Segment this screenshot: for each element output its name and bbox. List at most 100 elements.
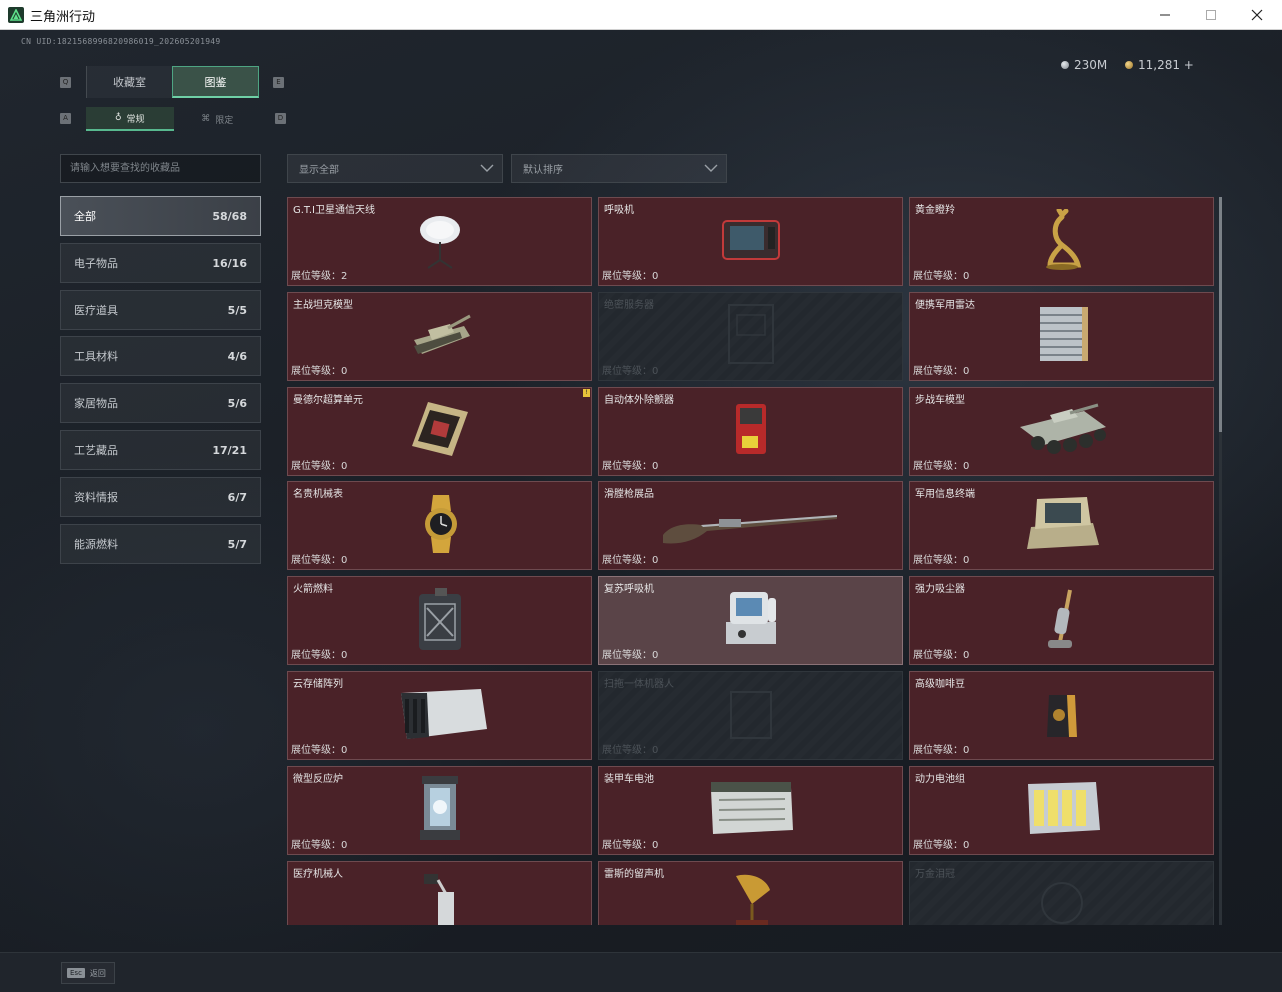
key-hint-d: D — [275, 113, 286, 124]
item-display-level: 展位等级：0 — [913, 365, 970, 377]
collection-item-card[interactable]: 主战坦克模型 展位等级：0 — [287, 291, 592, 381]
category-count: 5/7 — [227, 537, 247, 551]
collection-item-card[interactable]: 医疗机械人 — [287, 860, 592, 925]
category-medical[interactable]: 医疗道具 5/5 — [60, 290, 261, 330]
main-tabs: 收藏室 图鉴 — [86, 66, 259, 98]
tank-model-icon — [408, 306, 472, 366]
category-intel[interactable]: 资料情报 6/7 — [60, 477, 261, 517]
window-title: 三角洲行动 — [30, 10, 96, 25]
footer-bar: Esc 返回 — [0, 952, 1282, 992]
item-name: 万金泪冠 — [915, 868, 955, 880]
item-display-level: 展位等级：0 — [913, 650, 970, 662]
item-name: 扫拖一体机器人 — [604, 679, 674, 690]
item-name: 云存储阵列 — [293, 679, 343, 690]
resuscitator-icon — [718, 588, 784, 654]
search-input[interactable] — [60, 154, 261, 183]
category-label: 能源燃料 — [74, 538, 118, 551]
collection-item-card[interactable]: G.T.I卫星通信天线 展位等级：2 — [287, 197, 592, 286]
back-button[interactable]: Esc 返回 — [61, 962, 115, 984]
collection-item-card[interactable]: 自动体外除颤器 展位等级：0 — [598, 386, 903, 476]
coffee-bag-icon — [1043, 687, 1081, 745]
item-name: 动力电池组 — [915, 773, 965, 785]
item-display-level: 展位等级：0 — [291, 365, 348, 377]
item-display-level: 展位等级：0 — [602, 650, 659, 662]
item-name: 名贵机械表 — [293, 489, 343, 501]
supercomputer-unit-icon — [408, 398, 472, 464]
collection-item-card[interactable]: 强力吸尘器 展位等级：0 — [909, 576, 1214, 666]
close-button[interactable] — [1234, 0, 1280, 30]
tab-limited[interactable]: ⌘ 限定 — [174, 107, 262, 131]
collection-item-card[interactable]: 呼吸机 展位等级：0 — [598, 197, 903, 286]
coin-silver-icon — [1061, 61, 1069, 69]
category-electronics[interactable]: 电子物品 16/16 — [60, 243, 261, 283]
golden-gazelle-icon — [1042, 207, 1082, 275]
item-name: 高级咖啡豆 — [915, 679, 965, 690]
sort-select[interactable]: 默认排序 — [511, 154, 727, 183]
item-display-level: 展位等级：0 — [602, 271, 659, 282]
tab-regular[interactable]: ♁ 常规 — [86, 107, 174, 131]
item-name: 自动体外除颤器 — [604, 394, 674, 406]
collection-item-card[interactable]: 便携军用雷达 展位等级：0 — [909, 291, 1214, 381]
server-icon — [723, 301, 779, 371]
currency-premium-value: 11,281 + — [1138, 58, 1194, 72]
collection-item-card[interactable]: 扫拖一体机器人 展位等级：0 — [598, 671, 903, 760]
collection-item-card[interactable]: 微型反应炉 展位等级：0 — [287, 765, 592, 855]
tab-limited-label: 限定 — [215, 115, 234, 126]
collection-item-card[interactable]: 名贵机械表 展位等级：0 — [287, 481, 592, 571]
collection-item-card[interactable]: 雷斯的留声机 — [598, 860, 903, 925]
battery-pack-icon — [1022, 778, 1102, 842]
item-display-level: 展位等级：0 — [913, 460, 970, 472]
collection-item-card[interactable]: 火箭燃料 展位等级：0 — [287, 576, 592, 666]
collection-item-card[interactable]: 复苏呼吸机 展位等级：0 — [598, 576, 903, 666]
back-label: 返回 — [89, 968, 106, 978]
collection-item-card[interactable]: 动力电池组 展位等级：0 — [909, 765, 1214, 855]
battery-icon — [707, 778, 795, 842]
item-display-level: 展位等级：0 — [913, 271, 970, 282]
collection-item-card[interactable]: 万金泪冠 — [909, 860, 1214, 925]
collection-item-card[interactable]: 绝密服务器 展位等级：0 — [598, 291, 903, 381]
item-name: 微型反应炉 — [293, 773, 343, 785]
minimize-button[interactable] — [1142, 0, 1188, 30]
display-filter-value: 显示全部 — [299, 165, 339, 176]
collection-item-card[interactable]: 滑膛枪展品 展位等级：0 — [598, 481, 903, 571]
category-label: 医疗道具 — [74, 304, 118, 317]
item-name: 装甲车电池 — [604, 773, 654, 785]
collection-item-card[interactable]: 高级咖啡豆 展位等级：0 — [909, 671, 1214, 760]
category-tools[interactable]: 工具材料 4/6 — [60, 336, 261, 376]
maximize-button[interactable] — [1188, 0, 1234, 30]
tab-catalog[interactable]: 图鉴 — [172, 66, 259, 98]
collection-item-card[interactable]: 云存储阵列展位等级：0 — [287, 671, 592, 760]
vacuum-icon — [1042, 586, 1082, 656]
collection-item-card[interactable]: 黄金瞪羚 展位等级：0 — [909, 197, 1214, 286]
item-name: 军用信息终端 — [915, 489, 975, 501]
item-display-level: 展位等级：0 — [602, 745, 659, 756]
collection-item-card[interactable]: 装甲车电池 展位等级：0 — [598, 765, 903, 855]
ventilator-icon — [721, 217, 781, 267]
currency-premium[interactable]: 11,281 + — [1125, 58, 1194, 72]
limited-icon: ⌘ — [201, 114, 211, 124]
gramophone-icon — [726, 870, 776, 925]
category-crafts[interactable]: 工艺藏品 17/21 — [60, 430, 261, 470]
grid-scrollbar-thumb[interactable] — [1219, 197, 1222, 432]
category-household[interactable]: 家居物品 5/6 — [60, 383, 261, 423]
tab-collection-room[interactable]: 收藏室 — [86, 66, 172, 98]
fuel-can-icon — [413, 586, 467, 656]
category-label: 家居物品 — [74, 397, 118, 410]
item-display-level: 展位等级：0 — [602, 555, 659, 567]
item-display-level: 展位等级：0 — [913, 555, 970, 567]
item-display-level: 展位等级：0 — [602, 460, 659, 472]
key-hint-a: A — [60, 113, 71, 124]
collection-item-card[interactable]: 曼德尔超算单元 展位等级：0! — [287, 386, 592, 476]
tab-regular-label: 常规 — [126, 114, 145, 125]
collection-item-card[interactable]: 步战车模型 展位等级：0 — [909, 386, 1214, 476]
defibrillator-icon — [730, 398, 772, 464]
category-all[interactable]: 全部 58/68 — [60, 196, 261, 236]
display-filter-select[interactable]: 显示全部 — [287, 154, 503, 183]
item-display-level: 展位等级：0 — [291, 745, 348, 756]
collection-grid: G.T.I卫星通信天线 展位等级：2 呼吸机 展位等级：0 黄金瞪羚 展位等级：0 主战坦克… — [287, 197, 1214, 925]
category-energy[interactable]: 能源燃料 5/7 — [60, 524, 261, 564]
item-display-level: 展位等级：0 — [291, 650, 348, 662]
collection-item-card[interactable]: 军用信息终端 展位等级：0 — [909, 481, 1214, 571]
new-alert-badge: ! — [583, 388, 590, 397]
key-hint-q: Q — [60, 77, 71, 88]
